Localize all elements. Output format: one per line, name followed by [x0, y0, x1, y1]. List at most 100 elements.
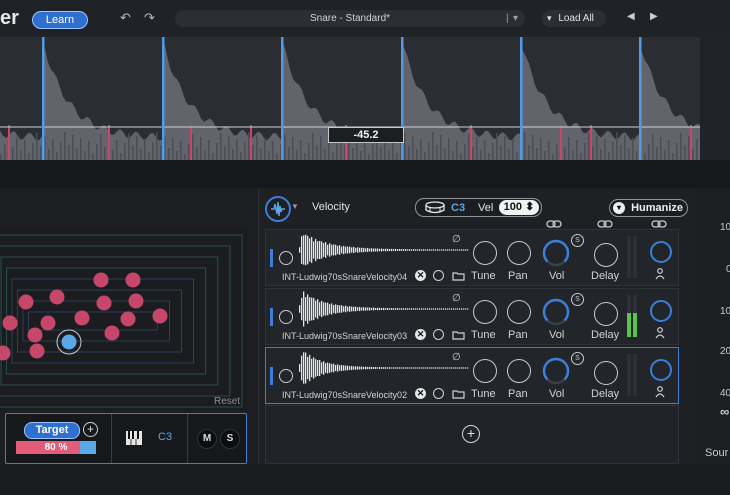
layer-wave-sample — [457, 249, 459, 251]
phase-icon[interactable]: ∅ — [452, 352, 461, 363]
person-icon[interactable] — [655, 386, 665, 398]
layer-row[interactable]: INT-Ludwig70sSnareVelocity03 ∅ ✕ Tune Pa… — [265, 288, 679, 345]
waveform-sample — [656, 147, 658, 160]
phase-icon[interactable]: ∅ — [452, 234, 461, 245]
waveform-sample — [324, 149, 326, 160]
layer-toggle[interactable] — [279, 310, 293, 324]
person-icon[interactable] — [655, 268, 665, 280]
layer-wave-sample — [341, 246, 343, 254]
tune-knob[interactable] — [473, 300, 497, 324]
tune-knob[interactable] — [473, 359, 497, 383]
layer-wave-sample — [415, 308, 417, 310]
scale-value: 10 — [720, 222, 730, 233]
load-all-button[interactable]: ▾ Load All — [542, 10, 606, 27]
layer-wave-sample — [311, 358, 313, 378]
output-knob[interactable] — [649, 240, 673, 264]
vol-knob[interactable] — [541, 238, 571, 268]
divider — [111, 414, 112, 463]
mute-button[interactable]: M — [197, 429, 217, 449]
tune-knob[interactable] — [473, 241, 497, 265]
folder-icon[interactable] — [452, 330, 465, 340]
remove-sample-icon[interactable]: ✕ — [415, 388, 426, 399]
undo-icon[interactable]: ↶ — [120, 10, 131, 26]
link-icon[interactable] — [597, 220, 613, 228]
waveform-sample — [336, 142, 338, 160]
velocity-value[interactable]: 100 ⬍ — [499, 200, 539, 215]
target-button[interactable]: Target — [24, 422, 80, 439]
preset-dropdown-icon[interactable]: ▾ — [513, 10, 518, 27]
search-sample-icon[interactable] — [433, 270, 444, 281]
target-percent-bar[interactable]: 80 % — [16, 441, 96, 454]
output-knob[interactable] — [649, 299, 673, 323]
layer-select-bar[interactable] — [270, 308, 273, 326]
piano-icon[interactable] — [126, 431, 142, 445]
layer-row[interactable]: INT-Ludwig70sSnareVelocity02 ∅ ✕ Tune Pa… — [265, 347, 679, 404]
vol-knob[interactable] — [541, 356, 571, 386]
layer-wave-sample — [399, 249, 401, 251]
layer-wave-sample — [451, 367, 453, 369]
next-preset-icon[interactable]: ▶ — [650, 11, 658, 22]
layer-wave-sample — [455, 308, 457, 310]
solo-button[interactable]: S — [220, 429, 240, 449]
phase-icon[interactable]: ∅ — [452, 293, 461, 304]
layer-toggle[interactable] — [279, 369, 293, 383]
waveform-sample — [584, 143, 586, 160]
remove-sample-icon[interactable]: ✕ — [415, 329, 426, 340]
search-sample-icon[interactable] — [433, 388, 444, 399]
layer-solo-button[interactable]: S — [571, 234, 584, 247]
humanize-button[interactable]: ▾ Humanize — [609, 199, 688, 217]
layer-wave-sample — [391, 367, 393, 369]
layer-wave-sample — [419, 249, 421, 251]
waveform-sample — [292, 137, 294, 160]
delay-knob[interactable] — [594, 361, 618, 385]
reset-button[interactable]: Reset — [214, 396, 240, 407]
velocity-point — [18, 294, 34, 310]
delay-knob[interactable] — [594, 243, 618, 267]
layer-wave-sample — [465, 249, 467, 251]
delay-knob[interactable] — [594, 302, 618, 326]
layer-wave-sample — [419, 308, 421, 310]
layer-wave-sample — [393, 249, 395, 251]
layer-wave-sample — [445, 308, 447, 310]
velocity-point — [74, 310, 90, 326]
link-icon[interactable] — [651, 220, 667, 228]
add-layer-button[interactable]: + — [462, 425, 480, 443]
velocity-mode-icon[interactable] — [265, 196, 291, 222]
pan-knob[interactable] — [507, 359, 531, 383]
target-note[interactable]: C3 — [158, 431, 172, 443]
vol-knob[interactable] — [541, 297, 571, 327]
link-icon[interactable] — [546, 220, 562, 228]
mode-dropdown-icon[interactable]: ▼ — [291, 202, 299, 211]
layer-wave-sample — [335, 304, 337, 314]
redo-icon[interactable]: ↷ — [144, 10, 155, 26]
note-velocity-selector[interactable]: C3 Vel 100 ⬍ — [415, 198, 542, 217]
waveform-sample — [608, 152, 610, 160]
layer-solo-button[interactable]: S — [571, 293, 584, 306]
waveform-sample — [260, 148, 262, 160]
waveform-sample — [500, 146, 502, 160]
prev-preset-icon[interactable]: ◀ — [627, 11, 635, 22]
output-knob[interactable] — [649, 358, 673, 382]
folder-icon[interactable] — [452, 271, 465, 281]
layer-toggle[interactable] — [279, 251, 293, 265]
xy-pad[interactable] — [0, 230, 247, 410]
layer-wave-sample — [441, 249, 443, 251]
waveform-sample — [32, 143, 34, 160]
pan-knob[interactable] — [507, 300, 531, 324]
layer-row[interactable]: INT-Ludwig70sSnareVelocity04 ∅ ✕ Tune Pa… — [265, 229, 679, 286]
layer-wave-sample — [433, 308, 435, 310]
layer-wave-sample — [357, 366, 359, 370]
onset-marker — [281, 37, 284, 160]
layer-select-bar[interactable] — [270, 249, 273, 267]
threshold-readout[interactable]: -45.2 — [328, 127, 404, 143]
layer-select-bar[interactable] — [270, 367, 273, 385]
remove-sample-icon[interactable]: ✕ — [415, 270, 426, 281]
person-icon[interactable] — [655, 327, 665, 339]
pan-knob[interactable] — [507, 241, 531, 265]
learn-button[interactable]: Learn — [32, 11, 88, 29]
folder-icon[interactable] — [452, 389, 465, 399]
preset-selector[interactable]: Snare - Standard* | ▾ — [175, 10, 525, 27]
search-sample-icon[interactable] — [433, 329, 444, 340]
add-target-icon[interactable]: + — [83, 422, 98, 437]
layer-solo-button[interactable]: S — [571, 352, 584, 365]
